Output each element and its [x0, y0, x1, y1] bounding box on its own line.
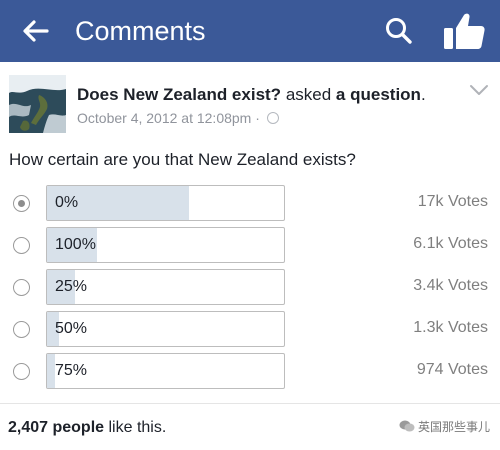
poll-question: How certain are you that New Zealand exi… [9, 150, 356, 169]
poll-option-label: 0% [55, 194, 79, 211]
poll-option[interactable]: 75% 974 Votes [0, 353, 500, 389]
poll-result-bar: 50% [46, 311, 285, 347]
back-arrow-icon [23, 20, 49, 42]
poll-vote-count[interactable]: 974 Votes [417, 361, 488, 379]
like-suffix: like this. [104, 419, 167, 436]
meta-separator: · [255, 110, 260, 126]
poll-option-label: 25% [55, 278, 88, 295]
like-button[interactable] [442, 11, 486, 51]
back-button[interactable] [20, 15, 52, 47]
poll-vote-count[interactable]: 17k Votes [418, 193, 488, 211]
chevron-down-icon [470, 85, 488, 95]
like-count: 2,407 people [8, 419, 105, 436]
page-name-link[interactable]: Does New Zealand exist? [77, 85, 281, 104]
avatar[interactable] [9, 75, 66, 133]
satellite-map-image [9, 75, 66, 133]
poll-vote-count[interactable]: 6.1k Votes [413, 235, 488, 253]
likes-summary[interactable]: 2,407 people like this. [8, 418, 166, 437]
globe-icon [266, 112, 279, 124]
post-period: . [420, 85, 426, 104]
question-link[interactable]: a question [336, 85, 421, 104]
poll-result-bar: 75% [46, 353, 285, 389]
watermark-text: 英国那些事儿 [417, 420, 490, 434]
poll-option[interactable]: 50% 1.3k Votes [0, 311, 500, 347]
poll-option-label: 50% [55, 320, 88, 337]
poll-radio[interactable] [13, 321, 30, 338]
post-options-button[interactable] [468, 82, 490, 98]
poll-radio[interactable] [13, 195, 30, 212]
poll-vote-count[interactable]: 1.3k Votes [413, 319, 488, 337]
post-action-text: asked [285, 85, 332, 104]
poll-option[interactable]: 25% 3.4k Votes [0, 269, 500, 305]
post-header: Does New Zealand exist? asked a question… [77, 85, 426, 105]
search-button[interactable] [382, 14, 416, 48]
search-icon [386, 18, 412, 44]
poll-result-bar: 25% [46, 269, 285, 305]
poll-option[interactable]: 0% 17k Votes [0, 185, 500, 221]
poll-option[interactable]: 100% 6.1k Votes [0, 227, 500, 263]
poll-radio[interactable] [13, 237, 30, 254]
poll-option-label: 100% [55, 236, 96, 253]
poll-vote-count[interactable]: 3.4k Votes [413, 277, 488, 295]
divider [0, 403, 500, 404]
app-bar: Comments [0, 0, 500, 62]
poll-radio[interactable] [13, 279, 30, 296]
watermark: 英国那些事儿 [399, 419, 490, 435]
post-timestamp[interactable]: October 4, 2012 at 12:08pm [77, 110, 251, 126]
wechat-icon [399, 420, 415, 432]
poll-result-bar: 0% [46, 185, 285, 221]
post-meta: October 4, 2012 at 12:08pm · [77, 110, 279, 127]
thumbs-up-icon [444, 13, 485, 50]
poll-radio[interactable] [13, 363, 30, 380]
page-title: Comments [75, 16, 206, 46]
poll-result-bar: 100% [46, 227, 285, 263]
poll-option-label: 75% [55, 362, 88, 379]
